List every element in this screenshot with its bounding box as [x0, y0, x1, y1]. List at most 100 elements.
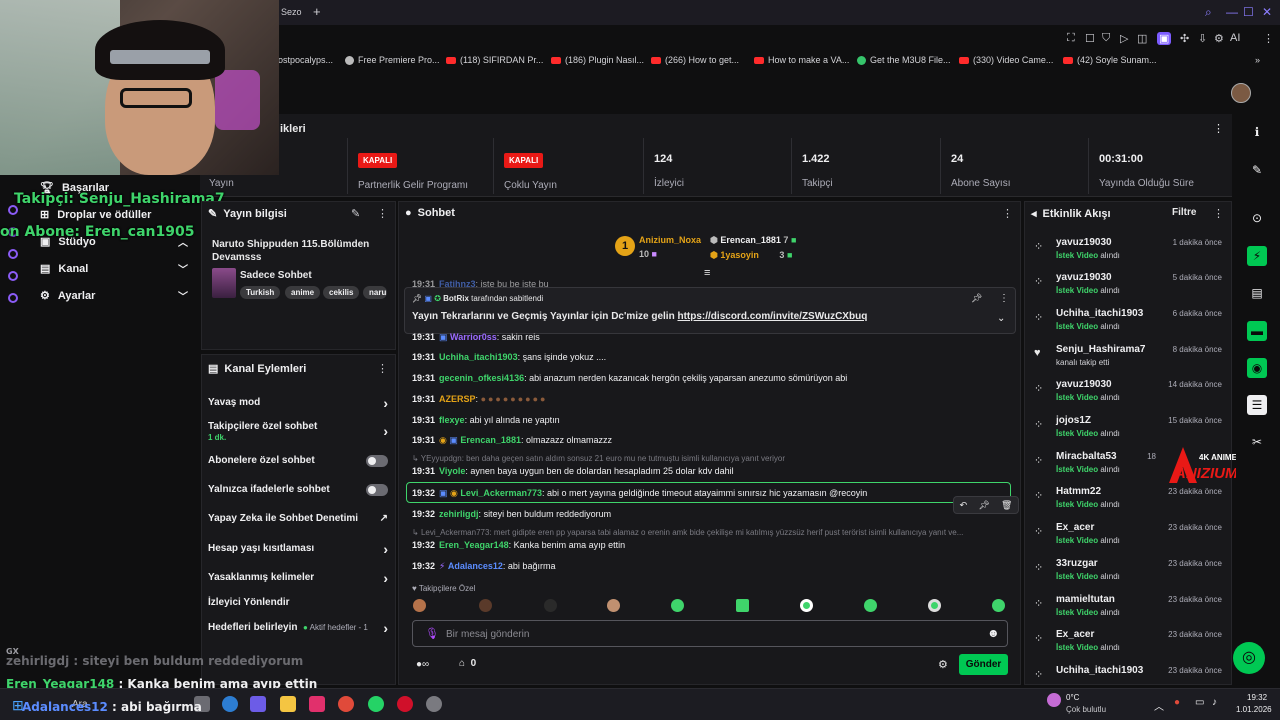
document-icon[interactable]: ▤ — [1247, 283, 1267, 303]
bookmark-item[interactable]: Get the M3U8 File... — [857, 48, 951, 72]
lightning-icon[interactable]: ⚡︎ — [1247, 246, 1267, 266]
emote[interactable] — [607, 599, 620, 612]
close-icon[interactable]: ✕ — [1262, 5, 1272, 19]
instagram-icon[interactable] — [309, 696, 325, 712]
bookmark-item[interactable]: (186) Plugin Nasıl... — [551, 48, 644, 72]
extension-icon[interactable]: ▣ — [1157, 32, 1172, 45]
sidebar-item-channel[interactable]: ▤ Kanal ﹀ — [40, 261, 188, 277]
users-icon[interactable]: ●∞ — [416, 659, 429, 670]
new-tab-plus-icon[interactable]: + — [313, 4, 321, 19]
wrench-icon[interactable]: ✂ — [1247, 432, 1267, 452]
volume-icon[interactable]: ♪ — [1212, 697, 1217, 708]
strip-icon[interactable] — [8, 249, 18, 259]
help-button[interactable]: ◎ — [1233, 642, 1265, 674]
subscribers-only-chat[interactable]: Abonelere özel sohbet — [208, 455, 388, 471]
filter-button[interactable]: Filtre — [1172, 207, 1196, 218]
sidebar-item-drops[interactable]: ⊞ Droplar ve ödüller — [40, 208, 188, 222]
menu-dots-icon[interactable]: ⋮ — [377, 207, 388, 220]
send-button[interactable]: Gönder — [959, 654, 1008, 675]
edge-icon[interactable] — [222, 696, 238, 712]
emote[interactable] — [800, 599, 813, 612]
layout-icon[interactable]: ☰ — [1247, 395, 1267, 415]
whatsapp-icon[interactable] — [368, 696, 384, 712]
delete-icon[interactable]: 🗑︎ — [1001, 500, 1012, 511]
clock-date[interactable]: 1.01.2026 — [1236, 705, 1272, 714]
leaderboard-user[interactable]: ⬢ Erencan_1881 7 ■ — [710, 235, 796, 246]
screenshot-icon[interactable]: ⛶ — [1067, 32, 1075, 45]
pencil-icon[interactable]: ✎ — [1247, 160, 1267, 180]
edit-icon[interactable]: ✎ — [351, 207, 360, 220]
maximize-icon[interactable]: ☐ — [1243, 5, 1254, 19]
pin-icon[interactable]: 📌︎ — [978, 500, 989, 511]
bookmark-item[interactable]: ostpocalyps... — [278, 48, 333, 72]
user-avatar[interactable] — [1231, 83, 1251, 103]
pinned-link[interactable]: https://discord.com/invite/ZSWuzCXbuq — [677, 311, 867, 322]
emote[interactable] — [992, 599, 1005, 612]
microphone-icon[interactable]: 🎙︎ — [425, 627, 439, 640]
chat-settings-icon[interactable]: ⚙ — [938, 658, 948, 671]
points-display[interactable]: ⌂ 0 — [459, 658, 476, 669]
info-icon[interactable]: ℹ — [1247, 122, 1267, 142]
clock-time[interactable]: 19:32 — [1247, 693, 1267, 702]
shield-icon[interactable]: ⛉ — [1102, 32, 1110, 45]
expand-icon[interactable]: ≡ — [704, 267, 710, 279]
emote[interactable] — [864, 599, 877, 612]
obs-icon[interactable] — [426, 696, 442, 712]
chat-input[interactable]: 🎙︎ Bir mesaj gönderin ☻ — [412, 620, 1008, 647]
leaderboard-user[interactable]: ⬢ 1yasoyin 3 ■ — [710, 250, 792, 261]
chrome-icon[interactable] — [338, 696, 354, 712]
bookmark-icon[interactable]: ☐ — [1085, 32, 1095, 45]
ai-button[interactable]: AI — [1230, 32, 1240, 44]
minimize-icon[interactable]: — — [1226, 5, 1238, 19]
leaderboard-user[interactable]: Anizium_Noxa — [639, 235, 701, 245]
account-age-restriction[interactable]: Hesap yaşı kısıtlaması › — [208, 541, 388, 559]
search-icon[interactable]: ⌕ — [1205, 5, 1212, 20]
download-icon[interactable]: ⇩ — [1198, 32, 1207, 45]
network-icon[interactable]: ▭ — [1195, 697, 1204, 708]
emote[interactable] — [479, 599, 492, 612]
menu-dots-icon[interactable]: ⋮ — [377, 362, 388, 375]
emote[interactable] — [928, 599, 941, 612]
explorer-icon[interactable] — [280, 696, 296, 712]
emotes-only-toggle[interactable] — [366, 484, 388, 496]
sidebar-item-settings[interactable]: ⚙ Ayarlar ﹀ — [40, 288, 188, 304]
stream-category[interactable]: Sadece Sohbet — [240, 270, 312, 281]
strip-icon[interactable] — [8, 293, 18, 303]
ai-moderation[interactable]: Yapay Zeka ile Sohbet Denetimi ↗ — [208, 513, 388, 529]
set-goals[interactable]: Hedefleri belirleyin ● Aktif hedefler - 1… — [208, 620, 388, 638]
subscribers-only-toggle[interactable] — [366, 455, 388, 467]
settings-icon[interactable]: ⚙ — [1214, 32, 1224, 45]
bookmark-item[interactable]: (42) Soyle Sunam... — [1063, 48, 1157, 72]
emote[interactable] — [413, 599, 426, 612]
bookmark-item[interactable]: How to make a VA... — [754, 48, 849, 72]
clip-icon[interactable]: ⊙ — [1247, 208, 1267, 228]
browser-tab[interactable]: Sezo — [281, 7, 302, 17]
tray-chevron-icon[interactable]: ︿ — [1154, 698, 1164, 713]
bookmarks-more[interactable]: » — [1255, 48, 1260, 72]
menu-dots-icon[interactable]: ⋮ — [1002, 207, 1013, 220]
menu-dots-icon[interactable]: ⋮ — [1213, 207, 1224, 220]
bookmark-item[interactable]: Free Premiere Pro... — [345, 48, 440, 72]
followers-only-chat[interactable]: Takipçilere özel sohbet 1 dk. › — [208, 421, 388, 443]
camera-icon[interactable]: ◫ — [1137, 32, 1147, 45]
unpin-icon[interactable]: 📌︎ — [971, 293, 982, 304]
broadcast-icon[interactable]: ◉ — [1247, 358, 1267, 378]
opera-gx-icon[interactable] — [397, 696, 413, 712]
emote[interactable] — [736, 599, 749, 612]
menu-dots-icon[interactable]: ⋮ — [1213, 122, 1224, 135]
menu-icon[interactable]: ⋮ — [1263, 32, 1274, 45]
bookmark-item[interactable]: (266) How to get... — [651, 48, 739, 72]
emote[interactable] — [544, 599, 557, 612]
slow-mode[interactable]: Yavaş mod › — [208, 395, 388, 413]
menu-dots-icon[interactable]: ⋮ — [999, 293, 1009, 304]
puzzle-icon[interactable]: ✣ — [1180, 32, 1189, 45]
play-icon[interactable]: ▷ — [1120, 32, 1128, 45]
chat-icon[interactable]: ▬ — [1247, 321, 1267, 341]
raid-viewers[interactable]: İzleyici Yönlendir — [208, 597, 388, 613]
chevron-down-icon[interactable]: ⌄ — [997, 313, 1005, 324]
strip-icon[interactable] — [8, 271, 18, 281]
bookmark-item[interactable]: (118) SIFIRDAN Pr... — [446, 48, 543, 72]
emoji-icon[interactable]: ☻ — [987, 626, 1000, 640]
microphone-tray-icon[interactable]: ● — [1174, 697, 1180, 708]
reply-icon[interactable]: ↶ — [960, 500, 968, 511]
